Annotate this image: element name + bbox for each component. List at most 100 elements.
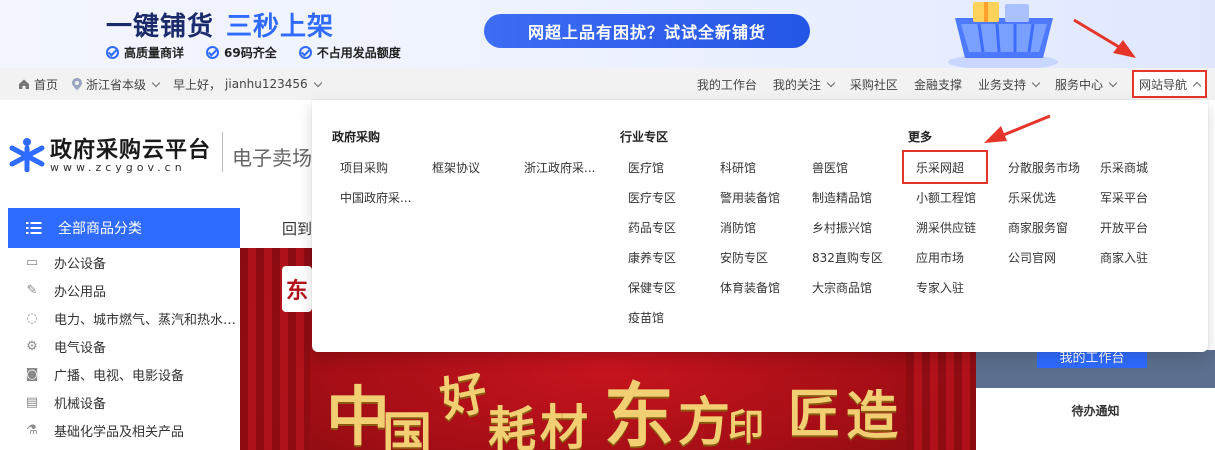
flask-icon: ⚗ <box>26 422 38 438</box>
dd-link[interactable]: 药品专区 <box>628 219 676 236</box>
camera-icon: ◙ <box>25 366 39 382</box>
category-item[interactable]: ▤ 机械设备 <box>8 388 240 416</box>
dd-link[interactable]: 中国政府采... <box>340 189 411 206</box>
banner-feature: 69码齐全 <box>206 44 277 61</box>
pen-icon: ✎ <box>26 282 38 298</box>
dd-link[interactable]: 医疗馆 <box>628 159 664 176</box>
dd-link[interactable]: 军采平台 <box>1100 189 1148 206</box>
dd-link[interactable]: 分散服务市场 <box>1008 159 1080 176</box>
dd-link[interactable]: 专家入驻 <box>916 279 964 296</box>
user-menu[interactable]: 早上好， jianhu123456 <box>173 76 322 93</box>
gear-icon: ⚙ <box>26 338 38 354</box>
region-selector[interactable]: 浙江省本级 <box>72 76 161 93</box>
dd-link[interactable]: 应用市场 <box>916 249 964 266</box>
dd-link[interactable]: 商家入驻 <box>1100 249 1148 266</box>
calligraphy-char: 材 <box>540 400 589 450</box>
all-categories-header[interactable]: 全部商品分类 <box>8 208 240 248</box>
dd-link[interactable]: 大宗商品馆 <box>812 279 872 296</box>
category-label: 基础化学品及相关产品 <box>54 424 185 440</box>
dd-link[interactable]: 浙江政府采... <box>524 159 595 176</box>
section-title-industry: 行业专区 <box>620 130 669 144</box>
calligraphy-char: 匠 <box>788 384 841 445</box>
dd-link[interactable]: 项目采购 <box>340 159 388 176</box>
banner-feature: 不占用发品额度 <box>298 44 401 61</box>
dd-link[interactable]: 保健专区 <box>628 279 676 296</box>
dd-link[interactable]: 兽医馆 <box>812 159 848 176</box>
dd-link[interactable]: 乐采优选 <box>1008 189 1056 206</box>
region-label: 浙江省本级 <box>86 77 147 92</box>
shopping-cart-illustration <box>948 2 1058 68</box>
category-item[interactable]: ⚗ 基础化学品及相关产品 <box>8 416 240 444</box>
dd-link[interactable]: 溯采供应链 <box>916 219 976 236</box>
nav-item-label: 我的工作台 <box>696 77 757 92</box>
dd-link[interactable]: 制造精品馆 <box>812 189 872 206</box>
dd-link[interactable]: 消防馆 <box>720 219 756 236</box>
dd-link[interactable]: 安防专区 <box>720 249 768 266</box>
dd-link[interactable]: 乡村振兴馆 <box>812 219 872 236</box>
dd-link-lecai-wangchao[interactable]: 乐采网超 <box>916 159 964 176</box>
category-item[interactable]: ✎ 办公用品 <box>8 276 240 304</box>
category-label: 电气设备 <box>54 340 107 356</box>
check-circle-icon <box>106 46 119 59</box>
promo-banner[interactable]: 一键铺货 三秒上架 高质量商详 69码齐全 不占用发品额度 网超上品有困扰？试试全… <box>0 0 1215 68</box>
nav-my-follows[interactable]: 我的关注 <box>773 76 836 93</box>
banner-cta-button[interactable]: 网超上品有困扰？试试全新铺货 <box>484 14 810 48</box>
my-workbench-button[interactable]: 我的工作台 <box>1037 350 1147 368</box>
category-item[interactable]: ▭ 办公设备 <box>8 248 240 276</box>
nav-item-label: 网站导航 <box>1138 77 1187 92</box>
dd-link[interactable]: 康养专区 <box>628 249 676 266</box>
nav-item-label: 采购社区 <box>849 77 898 92</box>
nav-site-navigation[interactable]: 网站导航 <box>1131 70 1207 98</box>
category-item[interactable]: ◙ 广播、电视、电影设备 <box>8 360 240 388</box>
banner-feature-label: 不占用发品额度 <box>316 46 401 60</box>
list-icon <box>26 222 42 234</box>
category-list: ▭ 办公设备 ✎ 办公用品 ◌ 电力、城市燃气、蒸汽和热水的生产和供应 ⚙ 电气设备 ◙… <box>8 248 240 444</box>
calligraphy-char: 好 <box>435 364 492 428</box>
chevron-down-icon <box>826 78 836 87</box>
chevron-down-icon <box>1108 78 1118 87</box>
logo-subtitle: www.zcygov.cn <box>50 161 186 174</box>
nav-item-label: 业务支持 <box>977 77 1026 92</box>
nav-my-workbench[interactable]: 我的工作台 <box>697 76 757 93</box>
dd-link[interactable]: 疫苗馆 <box>628 309 664 326</box>
nav-business-support[interactable]: 业务支持 <box>977 76 1041 93</box>
dd-link[interactable]: 小额工程馆 <box>916 189 976 206</box>
back-tab[interactable]: 回到 <box>282 218 312 239</box>
site-logo[interactable]: 政府采购云平台 www.zcygov.cn <box>8 130 218 180</box>
category-label: 办公设备 <box>54 256 107 272</box>
category-item[interactable]: ⚙ 电气设备 <box>8 332 240 360</box>
dd-link[interactable]: 医疗专区 <box>628 189 676 206</box>
logo-mark-icon <box>9 138 45 172</box>
dd-link[interactable]: 开放平台 <box>1100 219 1148 236</box>
calligraphy-char: 耗 <box>488 402 537 450</box>
chevron-down-icon <box>151 78 161 87</box>
category-item[interactable]: ◌ 电力、城市燃气、蒸汽和热水的生产和供应 <box>8 304 240 332</box>
banner-feature: 高质量商详 <box>106 44 184 61</box>
dd-link[interactable]: 公司官网 <box>1008 249 1056 266</box>
greeting-text: 早上好， <box>173 77 222 92</box>
nav-financial-support[interactable]: 金融支撑 <box>914 76 962 93</box>
category-label: 机械设备 <box>54 396 107 412</box>
dd-link[interactable]: 乐采商城 <box>1100 159 1148 176</box>
dd-link[interactable]: 体育装备馆 <box>720 279 780 296</box>
home-label: 首页 <box>34 77 59 92</box>
home-link[interactable]: 首页 <box>18 76 58 93</box>
chevron-down-icon <box>1031 78 1041 87</box>
flame-icon: ◌ <box>26 310 38 326</box>
seal-text: 东 <box>285 278 308 304</box>
check-circle-icon <box>206 46 220 59</box>
banner-title-part2: 三秒上架 <box>226 12 335 42</box>
top-nav-bar: 首页 浙江省本级 早上好， jianhu123456 我的工作台 我的关注 采购… <box>0 68 1215 100</box>
dd-link[interactable]: 科研馆 <box>720 159 756 176</box>
chevron-down-icon <box>313 78 322 87</box>
nav-item-label: 金融支撑 <box>913 77 962 92</box>
site-nav-dropdown: 政府采购 项目采购 框架协议 浙江政府采... 中国政府采... 行业专区 医疗… <box>312 100 1208 352</box>
nav-procurement-community[interactable]: 采购社区 <box>850 76 898 93</box>
nav-service-center[interactable]: 服务中心 <box>1054 76 1118 93</box>
dd-link[interactable]: 框架协议 <box>432 159 480 176</box>
dd-link[interactable]: 商家服务窗 <box>1008 219 1068 236</box>
dd-link[interactable]: 832直购专区 <box>812 249 883 266</box>
dd-link[interactable]: 警用装备馆 <box>720 189 780 206</box>
top-nav-right: 我的工作台 我的关注 采购社区 金融支撑 业务支持 服务中心 网站导航 <box>697 68 1207 100</box>
nav-item-label: 服务中心 <box>1054 77 1103 92</box>
